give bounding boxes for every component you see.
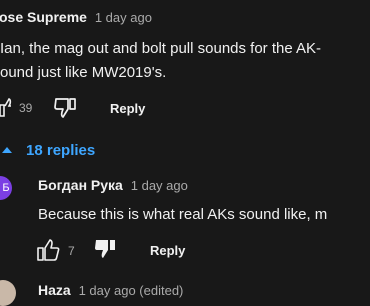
reply-text: Because this is what real AKs sound like… [38, 206, 328, 223]
avatar[interactable] [0, 280, 16, 306]
reply-author[interactable]: Богдан Рука 1 day ago [38, 177, 188, 193]
chevron-up-icon[interactable] [2, 146, 12, 154]
comment-author[interactable]: ose Supreme 1 day ago [0, 9, 152, 25]
like-count: 39 [19, 101, 33, 115]
comment-text-line-2: ound just like MW2019's. [0, 64, 167, 81]
thumbs-down-icon[interactable] [54, 97, 78, 119]
reply-timestamp[interactable]: 1 day ago [131, 178, 188, 193]
thumbs-down-icon[interactable] [94, 238, 118, 260]
avatar[interactable]: Б [0, 176, 12, 200]
replies-toggle[interactable]: 18 replies [26, 142, 95, 159]
comment-timestamp[interactable]: 1 day ago [95, 10, 152, 25]
thumbs-up-icon[interactable] [0, 97, 12, 117]
thumbs-up-icon[interactable] [36, 238, 60, 262]
comment-text-line-1: Ian, the mag out and bolt pull sounds fo… [0, 40, 322, 57]
reply-button[interactable]: Reply [150, 243, 185, 258]
reply-button[interactable]: Reply [110, 101, 145, 116]
reply-timestamp[interactable]: 1 day ago (edited) [79, 283, 184, 298]
like-count: 7 [68, 244, 75, 258]
reply-author[interactable]: Haza 1 day ago (edited) [38, 282, 183, 298]
